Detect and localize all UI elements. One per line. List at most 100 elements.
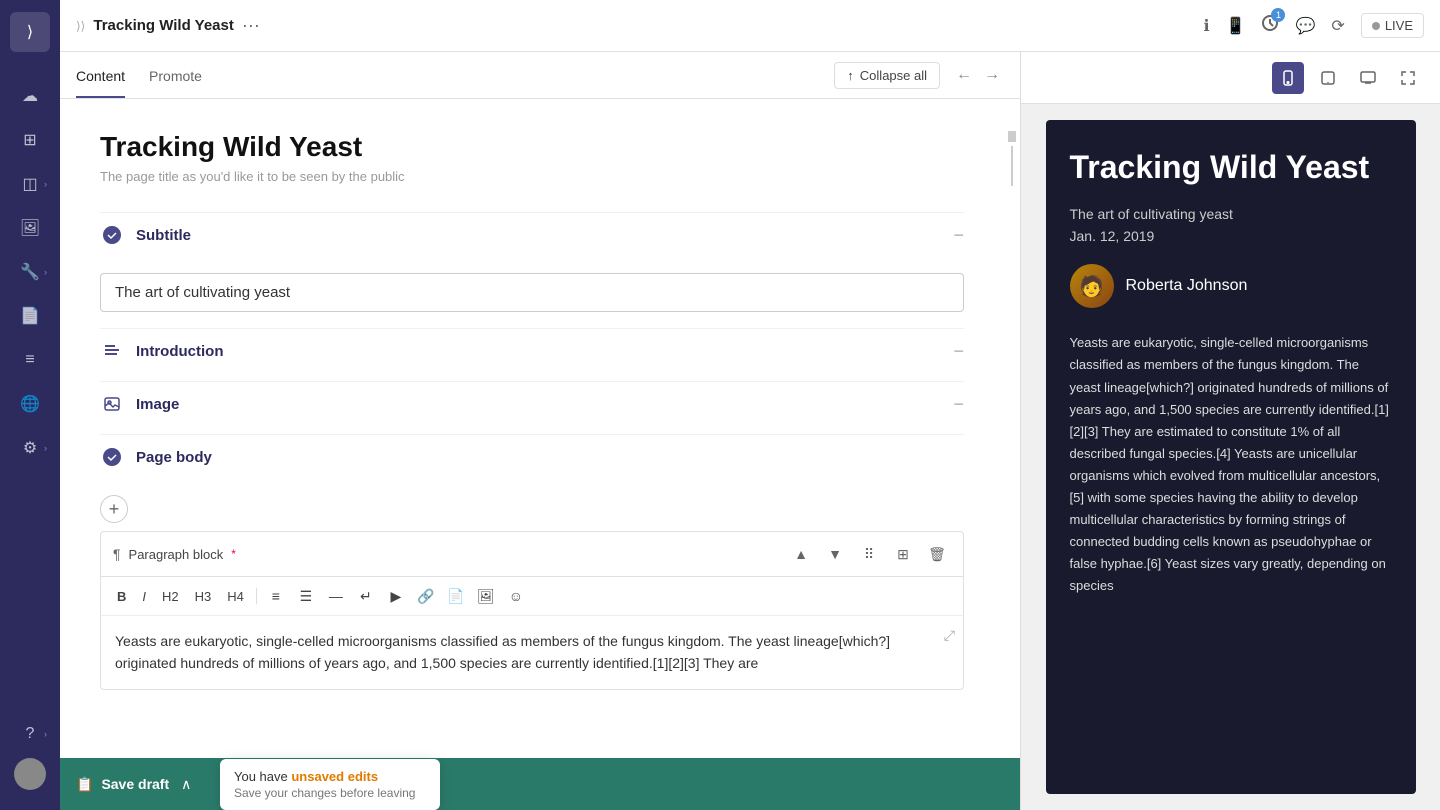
h4-button[interactable]: H4: [221, 586, 250, 607]
top-bar-left: ⟩⟩ Tracking Wild Yeast ···: [76, 15, 1191, 36]
sidebar-icon-image[interactable]: 🖼: [10, 208, 50, 248]
introduction-paragraph-icon: [100, 339, 124, 363]
block-toolbar: B I H2 H3 H4 ≡ ☰ — ↵ ▶: [101, 577, 963, 616]
editor-panel: Content Promote ↑ Collapse all ← →: [60, 52, 1020, 810]
emoji-button[interactable]: ☺: [503, 583, 529, 609]
preview-author-avatar: 🧑: [1070, 264, 1114, 308]
page-body-section: + ¶ Paragraph block * ▲ ▼ ⠿: [100, 495, 964, 690]
sidebar-icon-panels[interactable]: ◫›: [10, 164, 50, 204]
italic-button[interactable]: I: [136, 586, 152, 607]
live-indicator: [1372, 22, 1380, 30]
paragraph-block: ¶ Paragraph block * ▲ ▼ ⠿ ⊞ 🗑: [100, 531, 964, 690]
tick-resize[interactable]: [1011, 146, 1013, 186]
tab-bar: Content Promote ↑ Collapse all ← →: [60, 52, 1020, 99]
preview-card: Tracking Wild Yeast The art of cultivati…: [1046, 120, 1416, 794]
sidebar-icon-settings[interactable]: ⚙›: [10, 428, 50, 468]
introduction-label: Introduction: [136, 343, 223, 360]
subtitle-collapse-icon[interactable]: −: [953, 225, 964, 246]
preview-title: Tracking Wild Yeast: [1070, 148, 1392, 186]
top-bar: ⟩⟩ Tracking Wild Yeast ··· ℹ 📱 1 💬 ⟳ LIV…: [60, 0, 1440, 52]
info-icon[interactable]: ℹ: [1203, 16, 1209, 36]
preview-content: Tracking Wild Yeast The art of cultivati…: [1021, 104, 1440, 810]
add-block-button[interactable]: +: [100, 495, 128, 523]
preview-panel: Tracking Wild Yeast The art of cultivati…: [1020, 52, 1440, 810]
h3-button[interactable]: H3: [189, 586, 218, 607]
subtitle-field-row: Subtitle −: [100, 212, 964, 257]
save-chevron-icon[interactable]: ∧: [181, 776, 191, 793]
content-area: Content Promote ↑ Collapse all ← →: [60, 52, 1440, 810]
history-icon[interactable]: ⟳: [1331, 16, 1344, 36]
chat-icon[interactable]: 💬: [1295, 16, 1315, 36]
top-bar-right: ℹ 📱 1 💬 ⟳ LIVE: [1203, 13, 1424, 38]
h2-button[interactable]: H2: [156, 586, 185, 607]
page-body-check-icon: [100, 445, 124, 469]
preview-subtitle: The art of cultivating yeast: [1070, 206, 1392, 222]
mobile-preview-icon[interactable]: 📱: [1226, 16, 1246, 36]
sidebar-icon-list[interactable]: ≡: [10, 340, 50, 380]
tab-promote[interactable]: Promote: [149, 52, 202, 98]
doc-button[interactable]: 📄: [443, 583, 469, 609]
sidebar-icon-globe[interactable]: 🌐: [10, 384, 50, 424]
live-button[interactable]: LIVE: [1361, 13, 1424, 38]
subtitle-label: Subtitle: [136, 227, 191, 244]
block-content-area[interactable]: Yeasts are eukaryotic, single-celled mic…: [101, 616, 963, 689]
sidebar-icon-pages[interactable]: ⊞: [10, 120, 50, 160]
media-button[interactable]: ▶: [383, 583, 409, 609]
top-bar-title: Tracking Wild Yeast: [93, 17, 233, 34]
preview-author: 🧑 Roberta Johnson: [1070, 264, 1392, 308]
ordered-list-button[interactable]: ≡: [263, 583, 289, 609]
sidebar-icon-cloud[interactable]: ☁: [10, 76, 50, 116]
save-bar: 📋 Save draft ∧ You have unsaved edits Sa…: [60, 758, 1020, 810]
preview-author-name: Roberta Johnson: [1126, 277, 1248, 295]
share-icon[interactable]: 1: [1261, 14, 1279, 37]
duplicate-button[interactable]: ⊞: [889, 540, 917, 568]
tablet-view-button[interactable]: [1312, 62, 1344, 94]
drag-handle[interactable]: ⠿: [855, 540, 883, 568]
notification-badge: 1: [1271, 8, 1285, 22]
margin-ticks: [1004, 99, 1020, 758]
shrink-right-icon[interactable]: →: [980, 62, 1004, 88]
collapse-all-button[interactable]: ↑ Collapse all: [834, 62, 940, 89]
introduction-collapse-icon[interactable]: −: [953, 341, 964, 362]
block-actions: ▲ ▼ ⠿ ⊞ 🗑: [787, 540, 951, 568]
mobile-view-button[interactable]: [1272, 62, 1304, 94]
divider-button[interactable]: —: [323, 583, 349, 609]
more-options-button[interactable]: ···: [242, 15, 260, 36]
subtitle-input[interactable]: [100, 273, 964, 312]
expand-preview-button[interactable]: [1392, 62, 1424, 94]
image-icon: [100, 392, 124, 416]
sidebar-icon-doc[interactable]: 📄: [10, 296, 50, 336]
link-button[interactable]: 🔗: [413, 583, 439, 609]
tab-bar-right: ↑ Collapse all ← →: [834, 62, 1004, 89]
bold-button[interactable]: B: [111, 586, 132, 607]
desktop-view-button[interactable]: [1352, 62, 1384, 94]
move-down-button[interactable]: ▼: [821, 540, 849, 568]
shrink-left-icon[interactable]: ←: [952, 62, 976, 88]
editor-scroll-area: Tracking Wild Yeast The page title as yo…: [60, 99, 1004, 758]
sidebar-icon-tools[interactable]: 🔧›: [10, 252, 50, 292]
unordered-list-button[interactable]: ☰: [293, 583, 319, 609]
unsaved-highlight: unsaved edits: [291, 769, 378, 784]
user-avatar[interactable]: [14, 758, 46, 790]
sidebar-icon-back[interactable]: ⟩: [10, 12, 50, 52]
unsaved-prefix: You have: [234, 769, 291, 784]
breadcrumb-arrow: ⟩⟩: [76, 19, 85, 33]
unsaved-title: You have unsaved edits: [234, 769, 426, 784]
return-button[interactable]: ↵: [353, 583, 379, 609]
block-type-label: Paragraph block: [129, 547, 224, 562]
preview-top-bar: [1021, 52, 1440, 104]
collapse-all-label: Collapse all: [860, 68, 927, 83]
unsaved-edits-tooltip: You have unsaved edits Save your changes…: [220, 759, 440, 810]
save-draft-label: Save draft: [101, 776, 169, 792]
preview-date: Jan. 12, 2019: [1070, 228, 1392, 244]
tick-11: [1008, 141, 1016, 142]
image-collapse-icon[interactable]: −: [953, 394, 964, 415]
tab-content[interactable]: Content: [76, 52, 125, 98]
image-insert-button[interactable]: 🖼: [473, 583, 499, 609]
sidebar-icon-help[interactable]: ?›: [10, 714, 50, 754]
delete-button[interactable]: 🗑: [923, 540, 951, 568]
back-icon: ⟩: [27, 22, 33, 42]
move-up-button[interactable]: ▲: [787, 540, 815, 568]
fullscreen-icon[interactable]: ⤢: [944, 624, 955, 646]
block-header: ¶ Paragraph block * ▲ ▼ ⠿ ⊞ 🗑: [101, 532, 963, 577]
